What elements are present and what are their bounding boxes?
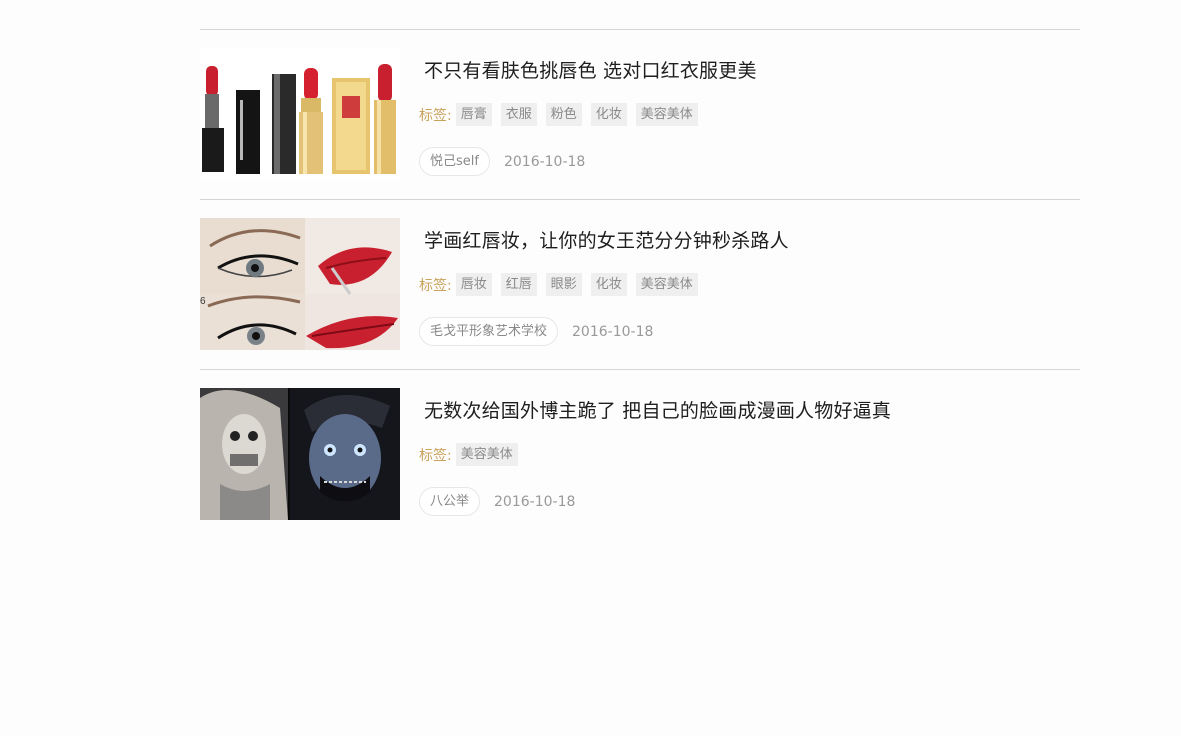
- red-lips-eyeliner-image: 6: [200, 218, 400, 350]
- article-thumbnail[interactable]: [200, 388, 400, 520]
- tag[interactable]: 美容美体: [635, 273, 698, 296]
- tag[interactable]: 衣服: [500, 103, 537, 126]
- article-thumbnail[interactable]: 6: [200, 218, 400, 350]
- article-title[interactable]: 无数次给国外博主跪了 把自己的脸画成漫画人物好逼真: [424, 396, 891, 423]
- source-badge[interactable]: 毛戈平形象艺术学校: [419, 317, 559, 346]
- tag[interactable]: 唇膏: [455, 103, 492, 126]
- article-item: 6 学画红唇妆，让你的女王范分分钟秒杀路人 标签: 唇妆 红唇 眼影 化妆 美容…: [200, 199, 1080, 369]
- article-item: 不只有看肤色挑唇色 选对口红衣服更美 标签: 唇膏 衣服 粉色 化妆 美容美体 …: [200, 29, 1080, 199]
- article-meta: 八公举 2016-10-18: [419, 487, 575, 516]
- tag[interactable]: 眼影: [545, 273, 582, 296]
- tag[interactable]: 红唇: [500, 273, 537, 296]
- tag-list: 标签: 唇妆 红唇 眼影 化妆 美容美体: [419, 273, 707, 296]
- tag[interactable]: 美容美体: [455, 443, 518, 466]
- lipsticks-image: [200, 48, 400, 180]
- source-badge[interactable]: 八公举: [419, 487, 481, 516]
- image-caption-number: 6: [200, 296, 206, 307]
- article-meta: 毛戈平形象艺术学校 2016-10-18: [419, 317, 653, 346]
- publish-date: 2016-10-18: [494, 493, 576, 510]
- article-feed: 不只有看肤色挑唇色 选对口红衣服更美 标签: 唇膏 衣服 粉色 化妆 美容美体 …: [200, 29, 1080, 539]
- article-item: 无数次给国外博主跪了 把自己的脸画成漫画人物好逼真 标签: 美容美体 八公举 2…: [200, 369, 1080, 539]
- tag[interactable]: 唇妆: [455, 273, 492, 296]
- article-title[interactable]: 学画红唇妆，让你的女王范分分钟秒杀路人: [424, 226, 789, 253]
- tags-label: 标签:: [419, 107, 452, 124]
- tag[interactable]: 化妆: [590, 103, 627, 126]
- tags-label: 标签:: [419, 447, 452, 464]
- tag[interactable]: 化妆: [590, 273, 627, 296]
- source-badge[interactable]: 悦己self: [419, 147, 490, 176]
- tag[interactable]: 粉色: [545, 103, 582, 126]
- tag[interactable]: 美容美体: [635, 103, 698, 126]
- tag-list: 标签: 美容美体: [419, 443, 527, 466]
- tags-label: 标签:: [419, 277, 452, 294]
- publish-date: 2016-10-18: [503, 153, 586, 170]
- article-title[interactable]: 不只有看肤色挑唇色 选对口红衣服更美: [424, 56, 757, 83]
- article-meta: 悦己self 2016-10-18: [419, 147, 585, 176]
- article-thumbnail[interactable]: [200, 48, 400, 180]
- tag-list: 标签: 唇膏 衣服 粉色 化妆 美容美体: [419, 103, 707, 126]
- comic-makeup-faces-image: [200, 388, 400, 520]
- publish-date: 2016-10-18: [572, 323, 654, 340]
